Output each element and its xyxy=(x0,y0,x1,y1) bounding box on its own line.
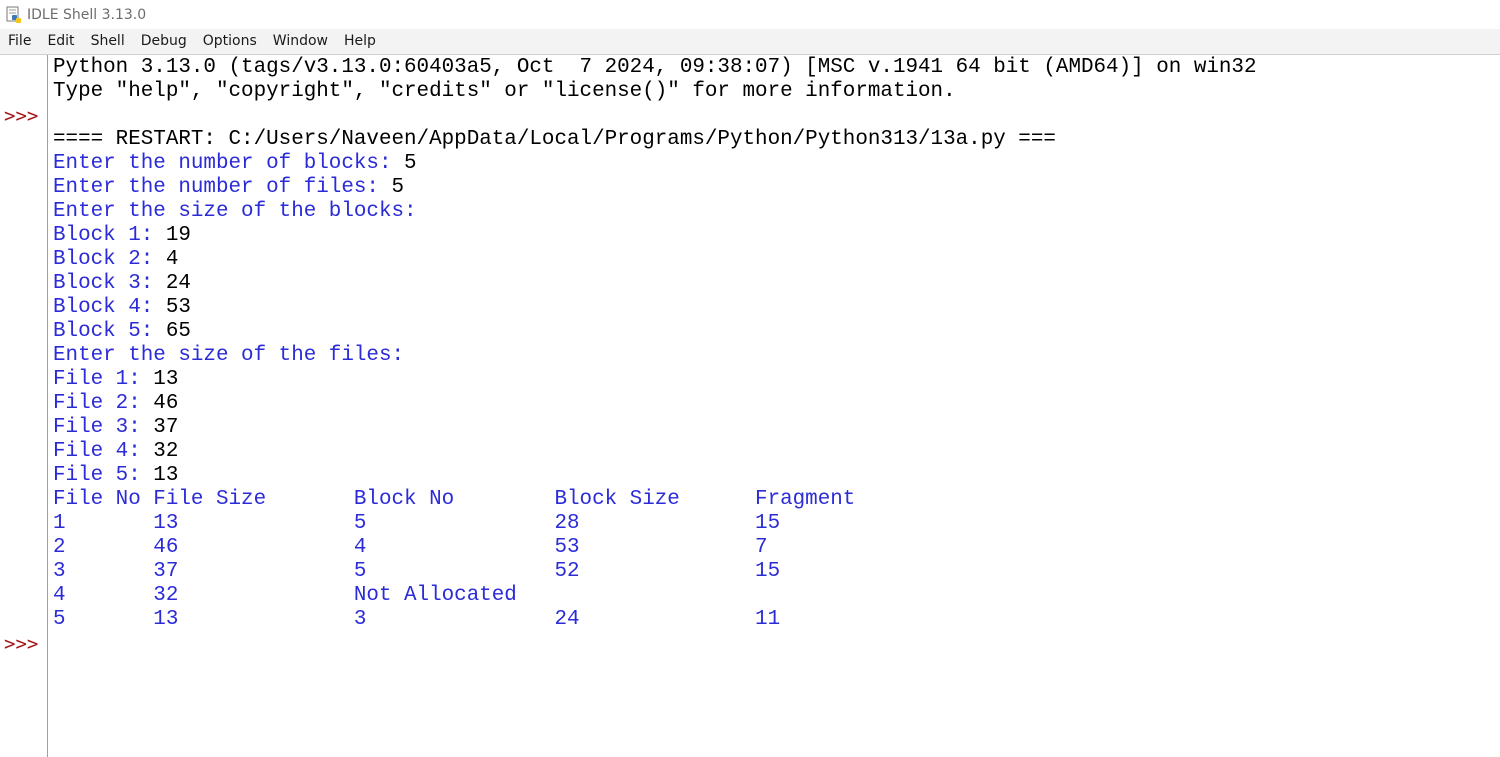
table-row: 3 37 5 52 15 xyxy=(53,560,781,583)
io-line: Block 1: 19 xyxy=(53,224,1257,248)
io-prompt: Block 5: xyxy=(53,320,166,343)
io-line: Enter the number of files: 5 xyxy=(53,176,1257,200)
io-value: 5 xyxy=(391,176,405,199)
io-line: Block 4: 53 xyxy=(53,296,1257,320)
io-prompt: Block 4: xyxy=(53,296,166,319)
io-line: File 1: 13 xyxy=(53,368,1257,392)
io-value: 32 xyxy=(153,440,179,463)
io-value: 53 xyxy=(165,296,191,319)
io-prompt: File 1: xyxy=(53,368,154,391)
io-value: 4 xyxy=(165,248,179,271)
io-prompt: Enter the number of blocks: xyxy=(53,152,405,175)
io-line: Enter the size of the blocks: xyxy=(53,200,1257,224)
menu-bar: File Edit Shell Debug Options Window Hel… xyxy=(0,29,1500,55)
menu-help[interactable]: Help xyxy=(340,29,380,54)
table-row: 2 46 4 53 7 xyxy=(53,536,768,559)
prompt-gutter: >>> >>> xyxy=(0,55,48,757)
shell-text-area[interactable]: Python 3.13.0 (tags/v3.13.0:60403a5, Oct… xyxy=(48,55,1500,757)
banner-line: Type "help", "copyright", "credits" or "… xyxy=(53,80,956,103)
io-value: 37 xyxy=(153,416,179,439)
io-value: 46 xyxy=(153,392,179,415)
io-line: Block 5: 65 xyxy=(53,320,1257,344)
io-value: 65 xyxy=(165,320,191,343)
menu-window[interactable]: Window xyxy=(269,29,332,54)
io-line: Block 3: 24 xyxy=(53,272,1257,296)
io-prompt: Block 3: xyxy=(53,272,166,295)
io-value: 5 xyxy=(404,152,417,175)
table-row: 4 32 Not Allocated xyxy=(53,584,517,607)
io-prompt: File 2: xyxy=(53,392,154,415)
io-prompt: Block 1: xyxy=(53,224,166,247)
io-prompt: Enter the size of the files: xyxy=(53,344,405,367)
io-line: File 4: 32 xyxy=(53,440,1257,464)
menu-shell[interactable]: Shell xyxy=(87,29,129,54)
io-prompt: Enter the number of files: xyxy=(53,176,392,199)
table-row: 5 13 3 24 11 xyxy=(53,608,781,631)
io-prompt: Block 2: xyxy=(53,248,166,271)
io-line: File 5: 13 xyxy=(53,464,1257,488)
restart-line: ==== RESTART: C:/Users/Naveen/AppData/Lo… xyxy=(53,128,1056,151)
io-line: Enter the number of blocks: 5 xyxy=(53,152,1257,176)
menu-file[interactable]: File xyxy=(4,29,35,54)
io-line: Enter the size of the files: xyxy=(53,344,1257,368)
shell-prompt-current: >>> xyxy=(4,633,39,655)
io-prompt: File 4: xyxy=(53,440,154,463)
menu-debug[interactable]: Debug xyxy=(137,29,191,54)
menu-options[interactable]: Options xyxy=(199,29,261,54)
idle-app-icon xyxy=(6,6,21,23)
io-value: 13 xyxy=(153,368,179,391)
io-value: 19 xyxy=(165,224,191,247)
table-row: 1 13 5 28 15 xyxy=(53,512,781,535)
shell-output: Python 3.13.0 (tags/v3.13.0:60403a5, Oct… xyxy=(53,56,1257,632)
io-value: 24 xyxy=(165,272,191,295)
window-title: IDLE Shell 3.13.0 xyxy=(27,6,147,23)
io-prompt: File 3: xyxy=(53,416,154,439)
io-prompt: Enter the size of the blocks: xyxy=(53,200,417,223)
io-line: File 3: 37 xyxy=(53,416,1257,440)
io-line: File 2: 46 xyxy=(53,392,1257,416)
table-header: File No File Size Block No Block Size Fr… xyxy=(53,488,856,511)
menu-edit[interactable]: Edit xyxy=(43,29,78,54)
io-prompt: File 5: xyxy=(53,464,154,487)
title-bar: IDLE Shell 3.13.0 xyxy=(0,0,1500,29)
io-value: 13 xyxy=(153,464,179,487)
banner-line: Python 3.13.0 (tags/v3.13.0:60403a5, Oct… xyxy=(53,56,1257,79)
io-line: Block 2: 4 xyxy=(53,248,1257,272)
shell-prompt: >>> xyxy=(4,105,39,127)
